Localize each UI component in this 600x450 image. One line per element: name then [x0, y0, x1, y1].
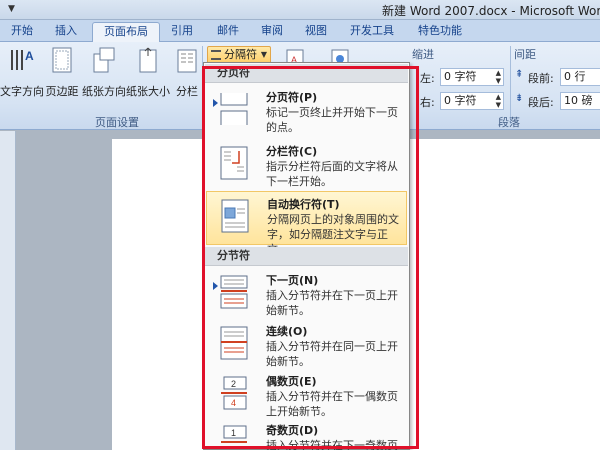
menu-item-title: 自动换行符(T)	[267, 198, 340, 211]
menu-item-text-wrapping-break[interactable]: 自动换行符(T) 分隔网页上的对象周围的文字，如分隔题注文字与正文。	[206, 191, 407, 256]
menu-item-desc: 插入分节符并在下一偶数页上开始新节。	[266, 390, 398, 418]
menu-item-desc: 标记一页终止并开始下一页的点。	[266, 106, 398, 134]
text-direction-icon: A	[11, 49, 34, 70]
breaks-icon	[211, 50, 221, 60]
continuous-icon	[220, 326, 248, 360]
tab-insert[interactable]: 插入	[48, 22, 84, 42]
orientation-icon	[93, 47, 115, 73]
menu-item-title: 下一页(N)	[266, 274, 319, 287]
vertical-ruler	[0, 131, 16, 450]
tab-developer[interactable]: 开发工具	[342, 22, 402, 42]
page-breaks-header: 分页符	[205, 64, 408, 83]
text-wrapping-break-icon	[221, 199, 249, 233]
chevron-down-icon: ▼	[260, 50, 267, 59]
indent-left-label: 左:	[420, 72, 435, 85]
space-after-icon: ⇟	[515, 93, 524, 104]
margins-icon	[52, 47, 72, 73]
columns-label: 分栏	[176, 85, 198, 98]
margins-button[interactable]: 页边距	[42, 46, 82, 99]
title-bar: ▼ 新建 Word 2007.docx - Microsoft Word	[0, 0, 600, 20]
space-before-spinner[interactable]: 0 行	[560, 68, 600, 86]
space-before-value: 0 行	[564, 70, 586, 83]
space-before-label: 段前:	[528, 72, 554, 85]
menu-item-page-break[interactable]: 分页符(P) 标记一页终止并开始下一页的点。	[206, 85, 407, 139]
spinner-arrows-icon[interactable]: ▲ ▼	[496, 69, 501, 85]
paper-size-label: 纸张大小	[126, 85, 170, 98]
indent-group-label: 缩进	[412, 48, 434, 61]
columns-button[interactable]: 分栏	[172, 46, 202, 99]
menu-item-desc: 插入分节符并在下一页上开始新节。	[266, 289, 398, 317]
menu-item-next-page[interactable]: 下一页(N) 插入分节符并在下一页上开始新节。	[206, 268, 407, 322]
menu-item-desc: 插入分节符并在同一页上开始新节。	[266, 340, 398, 368]
menu-item-title: 偶数页(E)	[266, 375, 317, 388]
menu-item-continuous[interactable]: 连续(O) 插入分节符并在同一页上开始新节。	[206, 319, 407, 373]
columns-icon	[177, 49, 197, 73]
tab-mailings[interactable]: 邮件	[210, 22, 246, 42]
tab-page-layout[interactable]: 页面布局	[92, 22, 160, 42]
next-page-icon	[220, 275, 248, 309]
indent-left-value: 0 字符	[444, 70, 477, 83]
menu-item-title: 分页符(P)	[266, 91, 318, 104]
svg-text:2: 2	[231, 379, 236, 389]
column-break-icon	[220, 146, 248, 180]
text-direction-label: 文字方向	[0, 85, 44, 98]
quick-access-dropdown-icon[interactable]: ▼	[8, 4, 15, 14]
svg-text:1: 1	[231, 428, 236, 438]
indent-right-spinner[interactable]: 0 字符 ▲ ▼	[440, 92, 504, 110]
paper-size-button[interactable]: 纸张大小	[126, 46, 170, 99]
svg-text:4: 4	[231, 398, 236, 408]
page-setup-group-label: 页面设置	[95, 116, 139, 129]
tab-references[interactable]: 引用	[164, 22, 200, 42]
space-after-value: 10 磅	[564, 94, 593, 107]
menu-item-title: 连续(O)	[266, 325, 308, 338]
group-separator	[510, 46, 511, 124]
even-page-icon: 2 4	[221, 376, 247, 410]
page-break-icon	[220, 93, 248, 125]
menu-item-title: 分栏符(C)	[266, 145, 318, 158]
breaks-dropdown-menu: 分页符 分页符(P) 标记一页终止并开始下一页的点。 分栏符(C) 指示分栏符后…	[203, 62, 410, 450]
spacing-group-label: 间距	[514, 48, 536, 61]
odd-page-icon: 1	[221, 425, 247, 443]
tab-special-features[interactable]: 特色功能	[410, 22, 470, 42]
svg-text:A: A	[25, 49, 34, 63]
window-title: 新建 Word 2007.docx - Microsoft Word	[382, 4, 600, 18]
tab-review[interactable]: 审阅	[254, 22, 290, 42]
indent-left-spinner[interactable]: 0 字符 ▲ ▼	[440, 68, 504, 86]
section-breaks-header: 分节符	[205, 247, 408, 266]
space-after-label: 段后:	[528, 96, 554, 109]
menu-item-column-break[interactable]: 分栏符(C) 指示分栏符后面的文字将从下一栏开始。	[206, 139, 407, 193]
menu-item-even-page[interactable]: 2 4 偶数页(E) 插入分节符并在下一偶数页上开始新节。	[206, 369, 407, 423]
spinner-arrows-icon[interactable]: ▲ ▼	[496, 93, 501, 109]
ribbon-tab-bar: 开始 插入 页面布局 引用 邮件 审阅 视图 开发工具 特色功能	[0, 20, 600, 42]
margins-label: 页边距	[45, 85, 79, 98]
paper-size-icon	[139, 47, 157, 73]
menu-item-title: 奇数页(D)	[266, 424, 319, 437]
orientation-label: 纸张方向	[82, 85, 126, 98]
tab-view[interactable]: 视图	[298, 22, 334, 42]
tab-home[interactable]: 开始	[4, 22, 40, 42]
menu-item-desc: 插入分节符并在下一奇数页上开始新节。	[266, 439, 398, 450]
space-after-spinner[interactable]: 10 磅	[560, 92, 600, 110]
menu-item-odd-page[interactable]: 1 奇数页(D) 插入分节符并在下一奇数页上开始新节。	[206, 418, 407, 450]
indent-right-value: 0 字符	[444, 94, 477, 107]
text-direction-button[interactable]: A 文字方向	[0, 46, 44, 99]
paragraph-group-label: 段落	[498, 116, 520, 129]
breaks-label: 分隔符	[224, 48, 257, 61]
space-before-icon: ⇞	[515, 69, 524, 80]
orientation-button[interactable]: 纸张方向	[82, 46, 126, 99]
menu-item-desc: 指示分栏符后面的文字将从下一栏开始。	[266, 160, 398, 188]
indent-right-label: 右:	[420, 96, 435, 109]
